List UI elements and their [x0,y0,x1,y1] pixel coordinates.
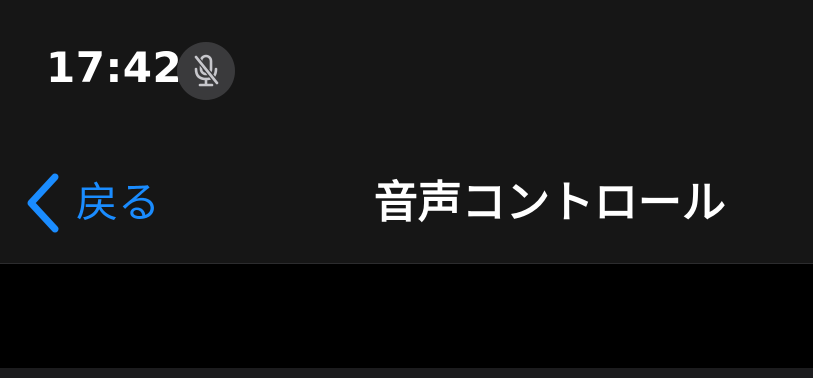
page-title: 音声コントロール [374,177,726,228]
status-time: 17:42 [46,43,183,92]
mic-indicator [177,42,235,100]
chevron-left-icon [27,173,59,233]
screen: 17:42 戻る 音声コントロール [0,0,813,378]
back-button[interactable]: 戻る [22,168,160,238]
status-bar: 17:42 [0,0,813,120]
back-label: 戻る [76,178,161,227]
header-area: 17:42 戻る 音声コントロール [0,0,813,264]
content-area [0,264,813,368]
section-divider [0,368,813,378]
navigation-bar: 戻る 音声コントロール [0,150,813,264]
mic-slash-icon [193,54,220,87]
